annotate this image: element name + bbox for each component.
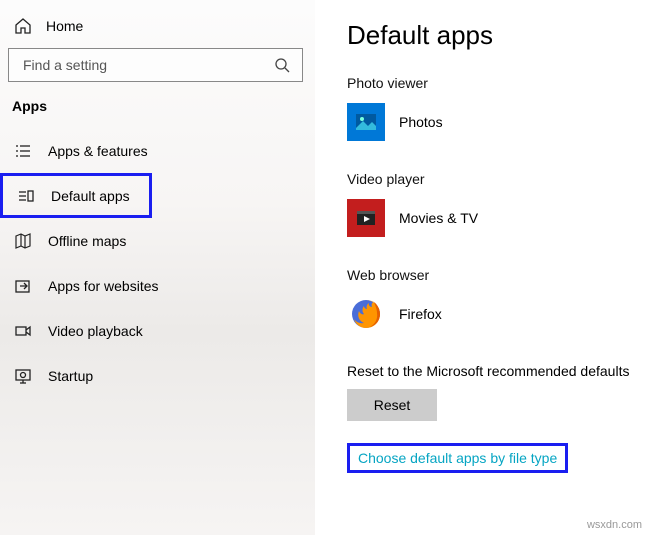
watermark: wsxdn.com — [584, 519, 645, 531]
sidebar-item-video-playback[interactable]: Video playback — [0, 308, 315, 353]
sidebar-item-label: Apps & features — [48, 143, 148, 159]
open-external-icon — [14, 277, 32, 295]
choose-default-apps-by-file-type-link[interactable]: Choose default apps by file type — [347, 443, 568, 473]
list-icon — [14, 142, 32, 160]
section-photo-viewer-label: Photo viewer — [347, 75, 631, 91]
default-app-video-player[interactable]: Movies & TV — [347, 199, 631, 237]
sidebar-item-default-apps[interactable]: Default apps — [0, 173, 152, 218]
content-pane: Default apps Photo viewer Photos Video p… — [315, 0, 651, 535]
sidebar-item-offline-maps[interactable]: Offline maps — [0, 218, 315, 263]
page-title: Default apps — [347, 20, 631, 51]
section-web-browser-label: Web browser — [347, 267, 631, 283]
startup-icon — [14, 367, 32, 385]
sidebar-item-label: Video playback — [48, 323, 143, 339]
sidebar-item-apps-features[interactable]: Apps & features — [0, 128, 315, 173]
sidebar-item-label: Default apps — [51, 188, 130, 204]
search-box[interactable] — [8, 48, 303, 82]
sidebar-section-header: Apps — [0, 98, 315, 128]
section-video-player-label: Video player — [347, 171, 631, 187]
sidebar: Home Apps Apps & features Default apps — [0, 0, 315, 535]
movies-tv-app-icon — [347, 199, 385, 237]
sidebar-item-label: Apps for websites — [48, 278, 159, 294]
sidebar-item-apps-for-websites[interactable]: Apps for websites — [0, 263, 315, 308]
reset-description: Reset to the Microsoft recommended defau… — [347, 363, 631, 379]
home-button[interactable]: Home — [0, 10, 315, 44]
search-icon — [274, 57, 290, 73]
sidebar-item-label: Offline maps — [48, 233, 126, 249]
reset-button[interactable]: Reset — [347, 389, 437, 421]
app-name: Movies & TV — [399, 210, 478, 226]
home-label: Home — [46, 18, 83, 34]
link-text: Choose default apps by file type — [358, 450, 557, 466]
default-apps-icon — [17, 187, 35, 205]
search-input[interactable] — [21, 56, 221, 74]
map-icon — [14, 232, 32, 250]
video-icon — [14, 322, 32, 340]
photos-app-icon — [347, 103, 385, 141]
app-name: Photos — [399, 114, 443, 130]
default-app-web-browser[interactable]: Firefox — [347, 295, 631, 333]
sidebar-item-startup[interactable]: Startup — [0, 353, 315, 398]
default-app-photo-viewer[interactable]: Photos — [347, 103, 631, 141]
sidebar-item-label: Startup — [48, 368, 93, 384]
firefox-app-icon — [347, 295, 385, 333]
home-icon — [14, 17, 32, 35]
app-name: Firefox — [399, 306, 442, 322]
